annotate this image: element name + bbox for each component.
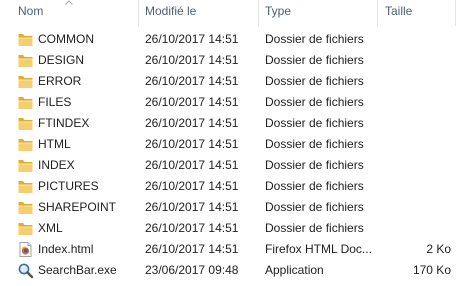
column-divider[interactable]	[377, 0, 378, 26]
firefox-html-file-icon	[19, 242, 32, 257]
file-name: ERROR	[38, 74, 82, 88]
file-modified-date: 26/10/2017 14:51	[145, 53, 239, 67]
folder-icon	[18, 160, 33, 172]
file-row[interactable]: INDEX 26/10/2017 14:51 Dossier de fichie…	[0, 155, 462, 176]
file-modified-date: 26/10/2017 14:51	[145, 179, 239, 193]
file-row[interactable]: SearchBar.exe 23/06/2017 09:48 Applicati…	[0, 260, 462, 281]
column-divider[interactable]	[138, 0, 139, 26]
column-size-header[interactable]: Taille	[385, 0, 450, 24]
file-size	[380, 29, 451, 50]
file-modified-date: 26/10/2017 14:51	[145, 116, 239, 130]
file-type: Dossier de fichiers	[265, 32, 364, 46]
column-divider[interactable]	[455, 0, 456, 26]
file-modified-date: 26/10/2017 14:51	[145, 74, 239, 88]
file-size	[380, 50, 451, 71]
file-size	[380, 92, 451, 113]
file-size: 2 Ko	[426, 242, 451, 256]
file-modified-date: 26/10/2017 14:51	[145, 221, 239, 235]
file-row[interactable]: DESIGN 26/10/2017 14:51 Dossier de fichi…	[0, 50, 462, 71]
folder-icon	[18, 118, 33, 130]
file-modified-date: 26/10/2017 14:51	[145, 158, 239, 172]
column-date-header[interactable]: Modifié le	[145, 0, 255, 24]
file-name: SHAREPOINT	[38, 200, 117, 214]
file-type: Application	[265, 263, 324, 277]
file-size	[380, 218, 451, 239]
search-app-icon	[18, 263, 34, 279]
file-type: Firefox HTML Doc...	[265, 242, 372, 256]
file-modified-date: 26/10/2017 14:51	[145, 95, 239, 109]
folder-icon	[18, 202, 33, 214]
folder-icon	[18, 97, 33, 109]
file-type: Dossier de fichiers	[265, 53, 364, 67]
file-name: HTML	[38, 137, 71, 151]
file-type: Dossier de fichiers	[265, 95, 364, 109]
file-name: DESIGN	[38, 53, 85, 67]
column-name-header[interactable]: Nom	[18, 0, 136, 24]
file-name: Index.html	[38, 242, 94, 256]
file-row[interactable]: HTML 26/10/2017 14:51 Dossier de fichier…	[0, 134, 462, 155]
file-type: Dossier de fichiers	[265, 200, 364, 214]
file-type: Dossier de fichiers	[265, 116, 364, 130]
file-row[interactable]: COMMON 26/10/2017 14:51 Dossier de fichi…	[0, 29, 462, 50]
file-size	[380, 113, 451, 134]
file-name: SearchBar.exe	[38, 263, 117, 277]
file-name: COMMON	[38, 32, 94, 46]
folder-icon	[18, 181, 33, 193]
file-name: PICTURES	[38, 179, 99, 193]
file-type: Dossier de fichiers	[265, 137, 364, 151]
column-divider[interactable]	[258, 0, 259, 26]
file-row[interactable]: FTINDEX 26/10/2017 14:51 Dossier de fich…	[0, 113, 462, 134]
file-name: INDEX	[38, 158, 75, 172]
file-name: XML	[38, 221, 63, 235]
folder-icon	[18, 139, 33, 151]
file-size	[380, 176, 451, 197]
file-size	[380, 155, 451, 176]
file-modified-date: 23/06/2017 09:48	[145, 263, 239, 277]
folder-icon	[18, 34, 33, 46]
folder-icon	[18, 76, 33, 88]
file-modified-date: 26/10/2017 14:51	[145, 137, 239, 151]
file-size: 170 Ko	[412, 263, 451, 277]
file-size	[380, 71, 451, 92]
file-type: Dossier de fichiers	[265, 221, 364, 235]
file-modified-date: 26/10/2017 14:51	[145, 242, 239, 256]
column-type-header[interactable]: Type	[265, 0, 370, 24]
file-row[interactable]: Index.html 26/10/2017 14:51 Firefox HTML…	[0, 239, 462, 260]
file-name: FTINDEX	[38, 116, 90, 130]
file-size	[380, 134, 451, 155]
file-type: Dossier de fichiers	[265, 158, 364, 172]
file-modified-date: 26/10/2017 14:51	[145, 32, 239, 46]
folder-icon	[18, 55, 33, 67]
file-row[interactable]: SHAREPOINT 26/10/2017 14:51 Dossier de f…	[0, 197, 462, 218]
file-row[interactable]: FILES 26/10/2017 14:51 Dossier de fichie…	[0, 92, 462, 113]
file-row[interactable]: ERROR 26/10/2017 14:51 Dossier de fichie…	[0, 71, 462, 92]
file-row[interactable]: XML 26/10/2017 14:51 Dossier de fichiers	[0, 218, 462, 239]
column-header: Nom Modifié le Type Taille	[0, 0, 462, 26]
file-type: Dossier de fichiers	[265, 179, 364, 193]
file-row[interactable]: PICTURES 26/10/2017 14:51 Dossier de fic…	[0, 176, 462, 197]
file-name: FILES	[38, 95, 72, 109]
file-modified-date: 26/10/2017 14:51	[145, 200, 239, 214]
file-size	[380, 197, 451, 218]
file-type: Dossier de fichiers	[265, 74, 364, 88]
folder-icon	[18, 223, 33, 235]
